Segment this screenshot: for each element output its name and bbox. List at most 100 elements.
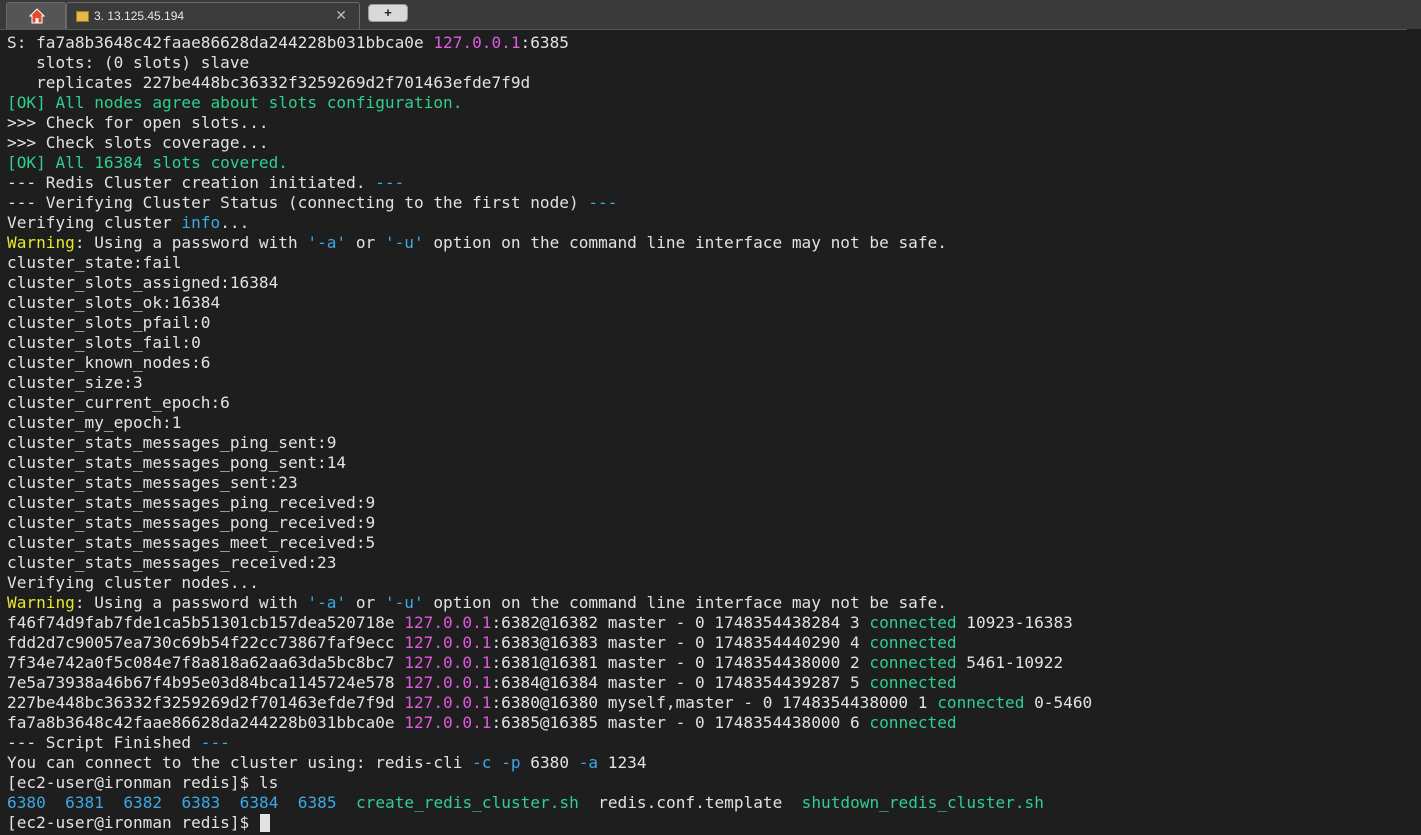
terminal-text: :6384@16384 master - 0 1748354439287 5 [491,673,870,692]
terminal-line: S: fa7a8b3648c42faae86628da244228b031bbc… [7,33,1407,53]
terminal-line: cluster_stats_messages_ping_received:9 [7,493,1407,513]
terminal-line: cluster_known_nodes:6 [7,353,1407,373]
terminal-text: create_redis_cluster.sh [355,793,579,812]
terminal-text: Verifying cluster [7,213,182,232]
terminal-text: cluster_size:3 [7,373,143,392]
terminal-line: [ec2-user@ironman redis]$ [7,813,1407,833]
close-icon[interactable]: ✕ [335,7,347,24]
terminal-text: :6383@16383 master - 0 1748354440290 4 [491,633,870,652]
terminal-text: :6385 [520,33,569,52]
terminal-text: '-a' [307,233,347,252]
terminal-line: >>> Check slots coverage... [7,133,1407,153]
terminal-text: :6380@16380 myself,master - 0 1748354438… [491,693,938,712]
terminal-session-icon [76,11,89,22]
tab-session-label: 3. 13.125.45.194 [94,9,185,23]
terminal-text: 6380 [7,793,46,812]
terminal-text: --- [200,733,230,752]
terminal-line: cluster_size:3 [7,373,1407,393]
terminal-line: replicates 227be448bc36332f3259269d2f701… [7,73,1407,93]
terminal-text: cluster_stats_messages_pong_received:9 [7,513,376,532]
terminal-text: [ec2-user@ironman redis]$ ls [7,773,279,792]
terminal-line: cluster_slots_pfail:0 [7,313,1407,333]
scrollbar[interactable] [1407,29,1421,835]
terminal-text: cluster_stats_messages_ping_sent:9 [7,433,337,452]
terminal-line: Verifying cluster info... [7,213,1407,233]
terminal-text: 227be448bc36332f3259269d2f701463efde7f9d [7,693,405,712]
tab-session[interactable]: 3. 13.125.45.194 ✕ [66,2,360,29]
terminal-text: cluster_stats_messages_meet_received:5 [7,533,376,552]
terminal-text: cluster_state:fail [7,253,182,272]
terminal-text: >>> Check for open slots... [7,113,269,132]
terminal-text: 127.0.0.1 [404,713,492,732]
terminal-text: shutdown_redis_cluster.sh [801,793,1044,812]
terminal-text: --- Script Finished [7,733,201,752]
terminal-text: cluster_slots_pfail:0 [7,313,211,332]
cursor [259,814,270,832]
terminal-text: or [346,593,385,612]
terminal-output[interactable]: S: fa7a8b3648c42faae86628da244228b031bbc… [7,33,1407,833]
terminal-text: 6382 [123,793,163,812]
terminal-line: cluster_current_epoch:6 [7,393,1407,413]
terminal-line: cluster_stats_messages_ping_sent:9 [7,433,1407,453]
terminal-text: or [346,233,385,252]
terminal-text: >>> Check slots coverage... [7,133,269,152]
terminal-text: 7e5a73938a46b67f4b95e03d84bca1145724e578 [7,673,405,692]
terminal-text: cluster_slots_fail:0 [7,333,201,352]
terminal-text: --- Verifying Cluster Status (connecting… [7,193,589,212]
terminal-text: 10923-16383 [956,613,1073,632]
terminal-text: cluster_stats_messages_sent:23 [7,473,298,492]
terminal-text: [OK] All 16384 slots covered. [7,153,288,172]
terminal-text: cluster_slots_ok:16384 [7,293,221,312]
terminal-text: 127.0.0.1 [404,613,492,632]
terminal-text: 0-5460 [1024,693,1093,712]
terminal-text: : Using a password with [74,593,308,612]
terminal-line: --- Redis Cluster creation initiated. --… [7,173,1407,193]
terminal-line: cluster_slots_assigned:16384 [7,273,1407,293]
terminal-line: cluster_stats_messages_pong_received:9 [7,513,1407,533]
terminal-text: -a [578,753,599,772]
terminal-text: -c [472,753,492,772]
terminal-line: Warning: Using a password with '-a' or '… [7,593,1407,613]
terminal-line: >>> Check for open slots... [7,113,1407,133]
terminal-line: --- Verifying Cluster Status (connecting… [7,193,1407,213]
terminal-text: option on the command line interface may… [423,233,947,252]
terminal-text: cluster_slots_assigned:16384 [7,273,279,292]
terminal-text: 6381 [65,793,104,812]
terminal-text: 127.0.0.1 [404,653,492,672]
terminal-text: connected [869,613,957,632]
terminal-text: option on the command line interface may… [423,593,947,612]
terminal-text: :6381@16381 master - 0 1748354438000 2 [491,653,870,672]
new-tab-button[interactable]: + [368,4,408,22]
terminal-text: '-u' [384,593,424,612]
terminal-text: connected [869,633,957,652]
tab-home[interactable] [6,2,66,29]
terminal-text: :6382@16382 master - 0 1748354438284 3 [491,613,870,632]
terminal-line: fdd2d7c90057ea730c69b54f22cc73867faf9ecc… [7,633,1407,653]
terminal-text: fa7a8b3648c42faae86628da244228b031bbca0e [7,713,405,732]
terminal-text: f46f74d9fab7fde1ca5b51301cb157dea520718e [7,613,405,632]
terminal-line: [ec2-user@ironman redis]$ ls [7,773,1407,793]
terminal-text: 6380 [520,753,579,772]
terminal-text: Verifying cluster nodes... [7,573,259,592]
terminal-text: You can connect to the cluster using: re… [7,753,473,772]
terminal-text: -p [501,753,521,772]
terminal-line: cluster_stats_messages_received:23 [7,553,1407,573]
terminal-text: :6385@16385 master - 0 1748354438000 6 [491,713,870,732]
terminal-text: cluster_stats_messages_ping_received:9 [7,493,376,512]
terminal-text: cluster_stats_messages_received:23 [7,553,337,572]
terminal-text: S: fa7a8b3648c42faae86628da244228b031bbc… [7,33,434,52]
terminal-line: f46f74d9fab7fde1ca5b51301cb157dea520718e… [7,613,1407,633]
terminal-line: 7e5a73938a46b67f4b95e03d84bca1145724e578… [7,673,1407,693]
terminal-text: --- [375,173,405,192]
terminal-text: Warning [7,233,75,252]
terminal-text: fdd2d7c90057ea730c69b54f22cc73867faf9ecc [7,633,405,652]
terminal-text: : Using a password with [74,233,308,252]
terminal-text: 5461-10922 [956,653,1064,672]
terminal-line: [OK] All nodes agree about slots configu… [7,93,1407,113]
terminal-text: 127.0.0.1 [404,673,492,692]
terminal-text: cluster_known_nodes:6 [7,353,211,372]
terminal-text: 6385 [297,793,337,812]
